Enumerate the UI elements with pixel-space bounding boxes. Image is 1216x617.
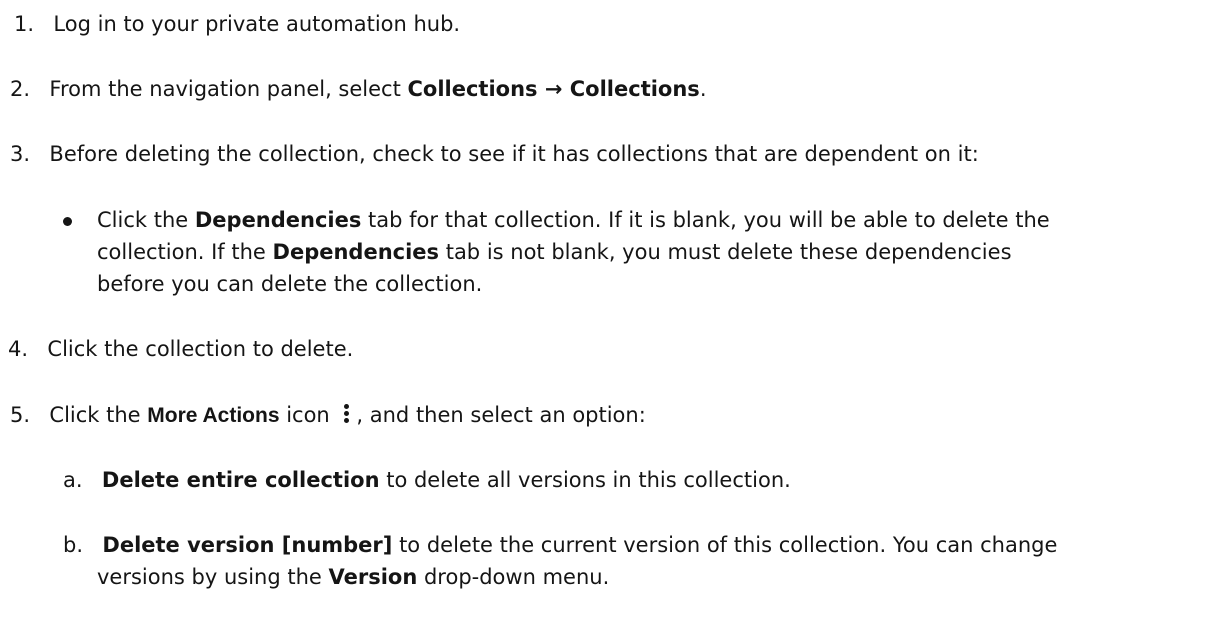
dependencies-tab-label: Dependencies <box>272 240 440 264</box>
bullet-marker <box>63 217 72 226</box>
bullet-line-2: collection. If the Dependencies tab is n… <box>97 240 1012 264</box>
more-actions-label: More Actions <box>147 404 280 427</box>
bullet-line-3: before you can delete the collection. <box>97 272 483 296</box>
procedure-document: 1. Log in to your private automation hub… <box>0 0 1216 617</box>
step-number: 4. <box>8 337 29 361</box>
bullet-line-1: Click the Dependencies tab for that coll… <box>97 208 1050 232</box>
menu-arrow: → <box>537 77 570 101</box>
substep-b: b. Delete version [number] to delete the… <box>63 533 1058 557</box>
dependencies-tab-label: Dependencies <box>194 208 362 232</box>
step-text: Before deleting the collection, check to… <box>49 142 979 166</box>
step-1: 1. Log in to your private automation hub… <box>14 8 460 40</box>
step-text: From the navigation panel, select <box>49 77 408 101</box>
substep-a: a. Delete entire collection to delete al… <box>63 468 791 492</box>
step-number: 2. <box>10 77 31 101</box>
step-3: 3. Before deleting the collection, check… <box>10 138 979 170</box>
step-text: Click the collection to delete. <box>47 337 354 361</box>
substep-b-line-2: versions by using the Version drop-down … <box>97 565 610 589</box>
step-number: 5. <box>10 403 31 427</box>
kebab-icon <box>336 403 356 425</box>
submenu-collections: Collections <box>569 77 700 101</box>
step-2: 2. From the navigation panel, select Col… <box>10 77 707 101</box>
step-number: 1. <box>14 12 35 36</box>
step-text: Log in to your private automation hub. <box>53 12 461 36</box>
step-4: 4. Click the collection to delete. <box>8 333 353 365</box>
step-number: 3. <box>10 142 31 166</box>
step-5: 5. Click the More Actions icon , and the… <box>10 403 646 427</box>
menu-collections: Collections <box>407 77 538 101</box>
version-dropdown-label: Version <box>328 565 418 589</box>
delete-version-option: Delete version [number] <box>102 533 393 557</box>
substep-letter: a. <box>63 468 83 492</box>
substep-letter: b. <box>63 533 84 557</box>
delete-entire-collection-option: Delete entire collection <box>101 468 380 492</box>
